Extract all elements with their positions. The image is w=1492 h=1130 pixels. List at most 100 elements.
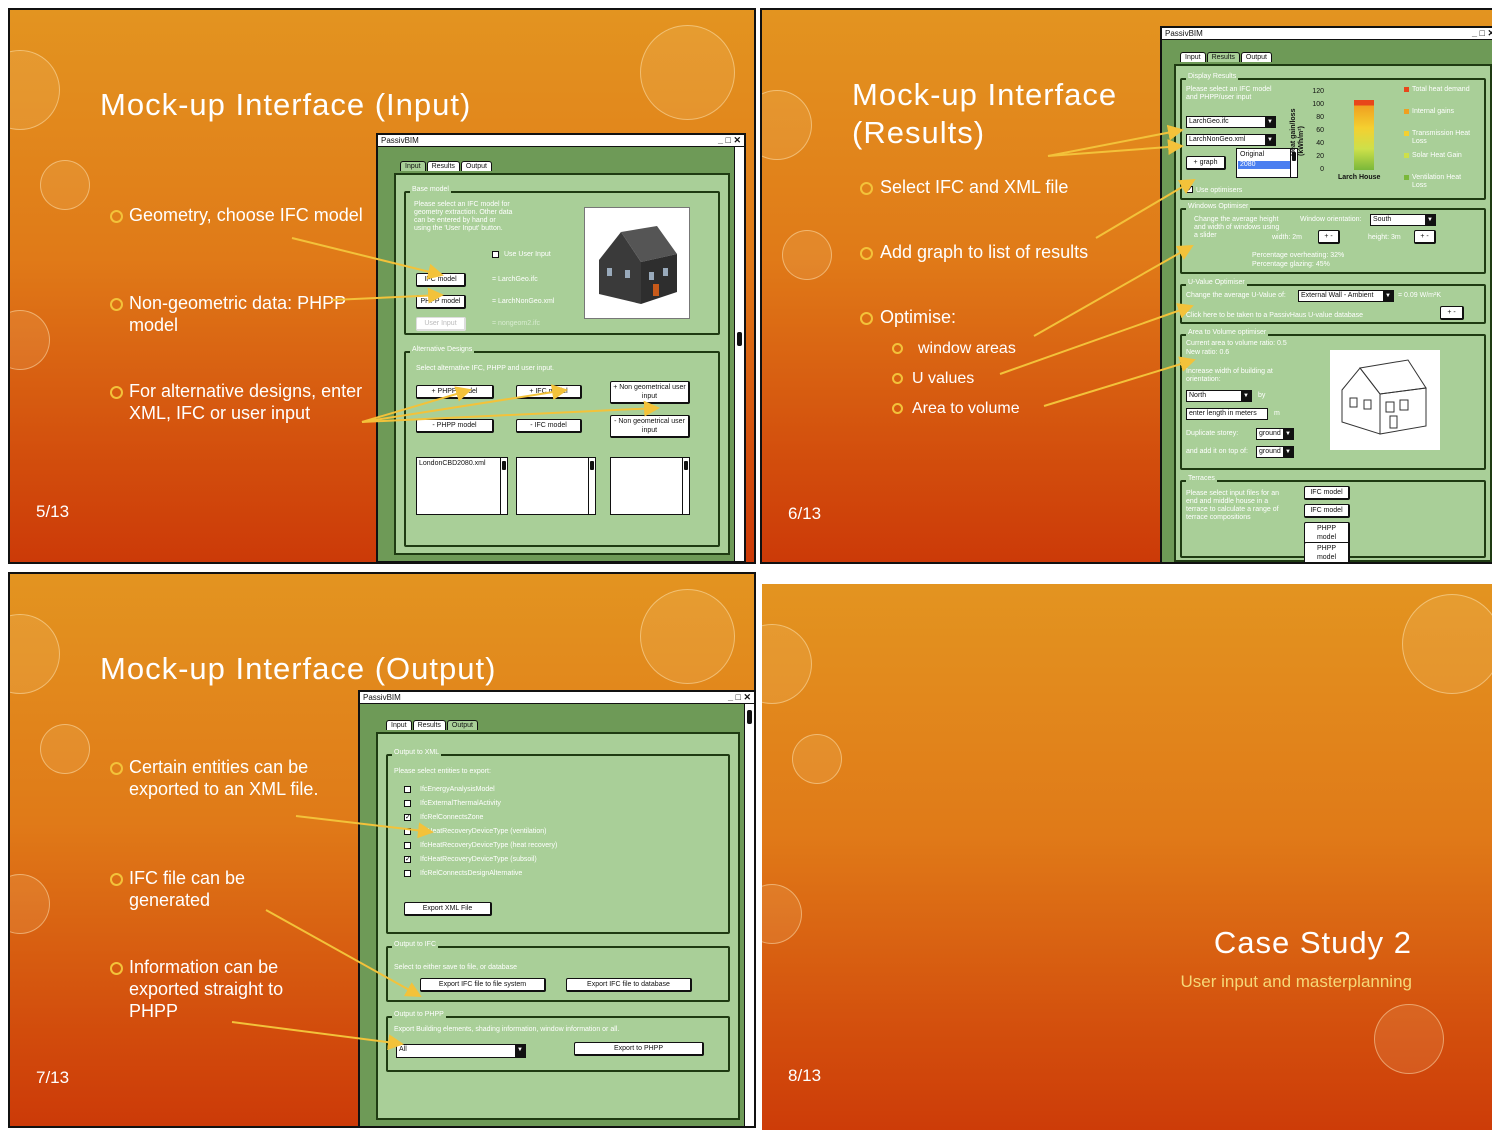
u-value-database-link[interactable]: Click here to be taken to a PassivHaus U… [1186, 312, 1363, 320]
entity-checkbox[interactable] [404, 842, 411, 849]
direction-dropdown[interactable]: North ▼ [1186, 390, 1252, 402]
terrace-ifc-end-button[interactable]: IFC model [1304, 486, 1350, 500]
orientation-dropdown[interactable]: South ▼ [1370, 214, 1436, 226]
phpp-list[interactable]: LondonCBD2080.xml [416, 457, 508, 515]
use-user-input-checkbox[interactable] [492, 251, 499, 258]
legend-entry: Total heat demand [1412, 86, 1470, 93]
entity-checkbox[interactable]: ✓ [404, 856, 411, 863]
bullet: For alternative designs, enter XML, IFC … [129, 381, 363, 423]
tab-results[interactable]: Results [1206, 52, 1240, 62]
length-input[interactable]: enter length in meters [1186, 408, 1268, 420]
window-scrollbar[interactable] [744, 704, 754, 1126]
entity-checkbox[interactable] [404, 800, 411, 807]
height-stepper[interactable]: + - [1414, 230, 1436, 244]
chevron-down-icon[interactable]: ▼ [1383, 291, 1393, 301]
window-title: PassivBIM [363, 693, 401, 702]
entity-checkbox[interactable]: ✓ [404, 814, 411, 821]
group-legend: Windows Optimiser [1186, 203, 1251, 210]
duplicate-dropdown[interactable]: ground ▼ [1256, 428, 1294, 440]
chevron-down-icon[interactable]: ▼ [1265, 117, 1275, 127]
chevron-down-icon[interactable]: ▼ [515, 1045, 525, 1057]
tab-input[interactable]: Input [1180, 52, 1206, 62]
group-legend: Display Results [1186, 73, 1239, 80]
phpp-model-button[interactable]: PHPP model [416, 295, 466, 309]
bullet-marker [110, 386, 123, 399]
use-optimisers-checkbox[interactable]: ✓ [1186, 186, 1193, 193]
chart-y-ticks: 120 100 80 60 40 20 0 [1310, 88, 1324, 180]
ifc-model-button[interactable]: IFC model [416, 273, 466, 287]
phpp-export-dropdown[interactable]: All ▼ [396, 1044, 526, 1058]
xml-dropdown[interactable]: LarchNonGeo.xml ▼ [1186, 134, 1276, 146]
nongeo-list[interactable] [610, 457, 690, 515]
tick-label: 20 [1316, 153, 1324, 160]
remove-nongeo-button[interactable]: - Non geometrical user input [610, 415, 690, 438]
tick-label: 120 [1312, 88, 1324, 95]
chevron-down-icon[interactable]: ▼ [1265, 135, 1275, 145]
tab-input[interactable]: Input [386, 720, 412, 730]
width-stepper[interactable]: + - [1318, 230, 1340, 244]
decor-bubble [640, 589, 735, 684]
scroll-thumb[interactable] [737, 332, 742, 346]
tab-output[interactable]: Output [460, 161, 492, 171]
terrace-phpp-middle-button[interactable]: PHPP model [1304, 542, 1350, 562]
u-value-dropdown[interactable]: External Wall - Ambient ▼ [1298, 290, 1394, 302]
terrace-ifc-middle-button[interactable]: IFC model [1304, 504, 1350, 518]
export-ifc-file-button[interactable]: Export IFC file to file system [420, 978, 546, 992]
bullet: Add graph to list of results [880, 242, 1089, 262]
window-controls[interactable]: _ □ ✕ [718, 135, 741, 146]
display-text: Please select an IFC model and PHPP/user… [1186, 86, 1272, 101]
entity-label: IfcRelConnectsZone [420, 814, 484, 821]
list-item[interactable]: Original [1240, 151, 1264, 159]
phpp-file-value: = LarchNonGeo.xml [492, 298, 555, 305]
user-input-button[interactable]: User Input [416, 317, 466, 331]
tab-results[interactable]: Results [426, 161, 460, 171]
group-legend: Area to Volume optimiser [1186, 329, 1269, 336]
entity-checkbox[interactable] [404, 828, 411, 835]
av-by-label: by [1258, 392, 1266, 399]
av-new: New ratio: 0.6 [1186, 349, 1230, 356]
scroll-thumb[interactable] [747, 710, 752, 724]
ifc-file-value: = LarchGeo.ifc [492, 276, 538, 283]
list-item-selected[interactable]: 2080 [1238, 161, 1290, 169]
terraces-text: Please select input files for an end and… [1186, 490, 1279, 521]
window-orientation-label: Window orientation: [1300, 216, 1362, 223]
remove-phpp-button[interactable]: - PHPP model [416, 419, 494, 433]
tab-output[interactable]: Output [446, 720, 478, 730]
window-controls[interactable]: _ □ ✕ [1472, 28, 1492, 39]
add-nongeo-button[interactable]: + Non geometrical user input [610, 381, 690, 404]
height-label: height: 3m [1368, 234, 1401, 241]
app-window: PassivBIM _ □ ✕ Input Results Output Outp… [358, 690, 754, 1126]
chevron-down-icon[interactable]: ▼ [1241, 391, 1251, 401]
window-controls[interactable]: _ □ ✕ [728, 692, 751, 703]
bullet: Certain entities can be exported to an X… [129, 757, 319, 799]
alternative-designs-group: Alternative Designs Select alternative I… [404, 346, 720, 547]
add-phpp-button[interactable]: + PHPP model [416, 385, 494, 399]
tab-input[interactable]: Input [400, 161, 426, 171]
results-list[interactable]: Original 2080 [1236, 148, 1298, 178]
chevron-down-icon[interactable]: ▼ [1283, 447, 1293, 457]
chevron-down-icon[interactable]: ▼ [1283, 429, 1293, 439]
tab-output[interactable]: Output [1240, 52, 1272, 62]
house-sketch-icon [1341, 359, 1427, 435]
add-on-top-dropdown[interactable]: ground ▼ [1256, 446, 1294, 458]
entity-checkbox[interactable] [404, 870, 411, 877]
entity-checkbox[interactable] [404, 786, 411, 793]
u-value-stepper[interactable]: + - [1440, 306, 1464, 320]
export-ifc-database-button[interactable]: Export IFC file to database [566, 978, 692, 992]
tab-results[interactable]: Results [412, 720, 446, 730]
export-xml-button[interactable]: Export XML File [404, 902, 492, 916]
legend-swatch [1404, 109, 1409, 114]
ifc-dropdown[interactable]: LarchGeo.ifc ▼ [1186, 116, 1276, 128]
list-item[interactable]: LondonCBD2080.xml [419, 460, 486, 468]
add-ifc-button[interactable]: + IFC model [516, 385, 582, 399]
remove-ifc-button[interactable]: - IFC model [516, 419, 582, 433]
add-graph-button[interactable]: + graph [1186, 156, 1226, 170]
u-value-result: = 0.09 W/m²K [1398, 292, 1441, 299]
ifc-list[interactable] [516, 457, 596, 515]
export-to-phpp-button[interactable]: Export to PHPP [574, 1042, 704, 1056]
output-xml-group: Output to XML Please select entities to … [386, 749, 730, 934]
window-scrollbar[interactable] [734, 147, 744, 561]
decor-bubble [1402, 594, 1492, 694]
chevron-down-icon[interactable]: ▼ [1425, 215, 1435, 225]
display-results-group: Display Results Please select an IFC mod… [1180, 73, 1486, 200]
